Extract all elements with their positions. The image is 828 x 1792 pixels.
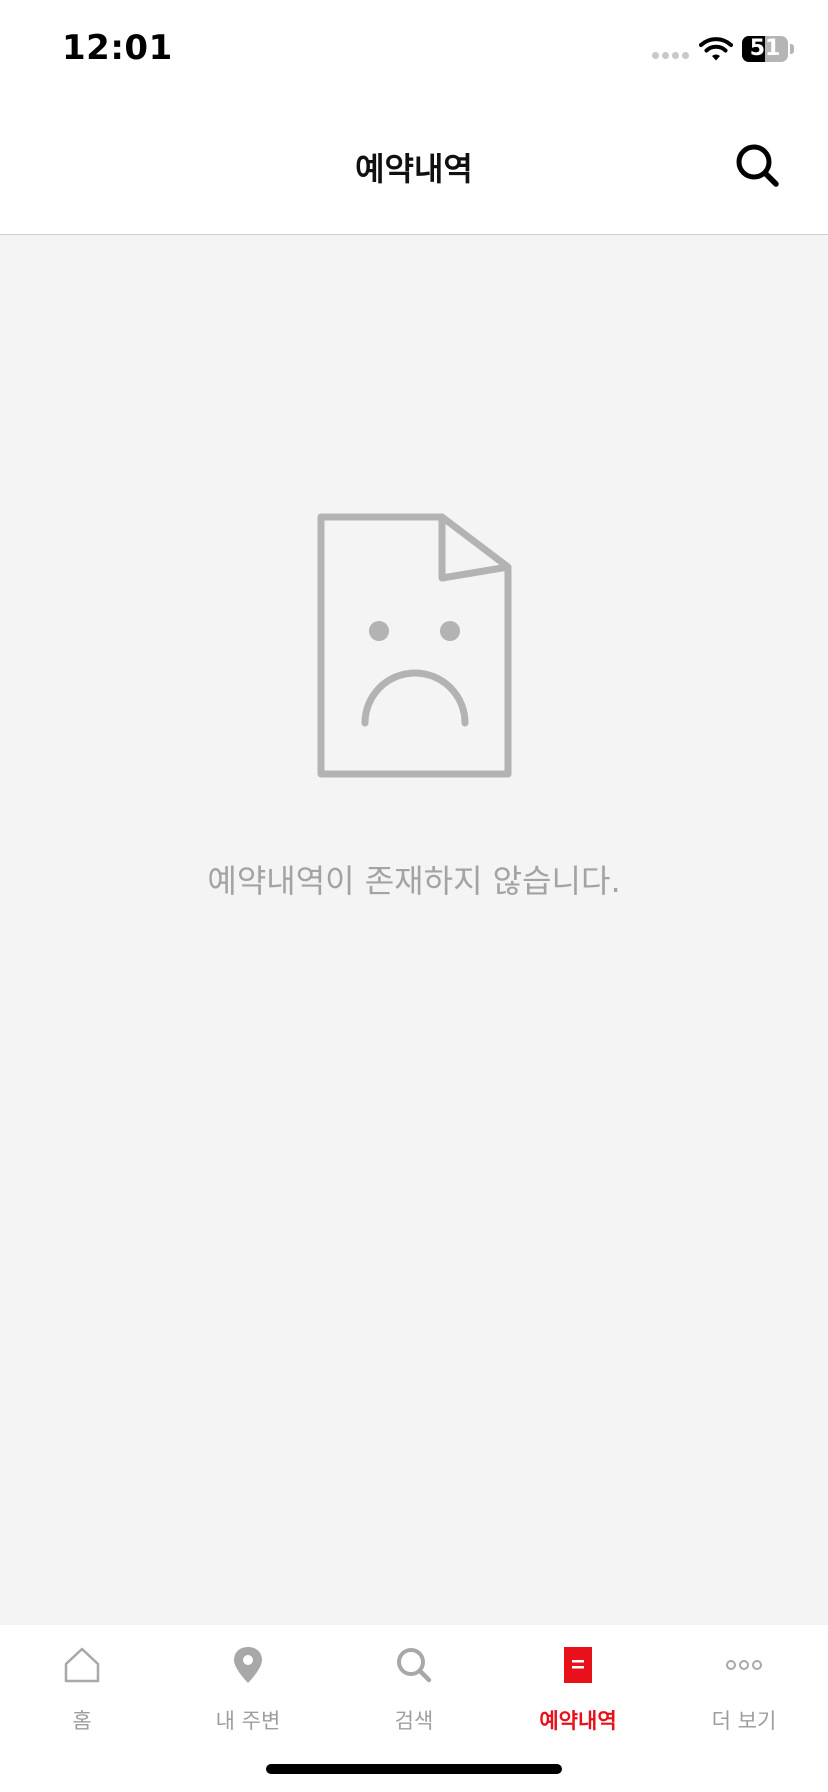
tab-more[interactable]: 더 보기 bbox=[669, 1645, 819, 1735]
more-icon bbox=[726, 1660, 762, 1670]
battery-percent: 51 bbox=[749, 36, 781, 61]
tab-more-label: 더 보기 bbox=[711, 1709, 777, 1733]
page-title: 예약내역 bbox=[355, 150, 473, 188]
wifi-icon bbox=[699, 37, 733, 61]
home-indicator[interactable] bbox=[266, 1764, 562, 1774]
search-button[interactable] bbox=[730, 138, 786, 194]
tab-search[interactable]: 검색 bbox=[339, 1645, 489, 1735]
tab-nearby[interactable]: 내 주변 bbox=[173, 1645, 323, 1735]
location-pin-icon bbox=[234, 1647, 262, 1683]
status-time: 12:01 bbox=[62, 28, 173, 68]
search-icon bbox=[736, 144, 779, 187]
tab-home[interactable]: 홈 bbox=[7, 1645, 157, 1735]
tab-home-label: 홈 bbox=[72, 1709, 92, 1733]
sad-document-icon bbox=[317, 513, 512, 778]
status-bar: 12:01 51 bbox=[0, 0, 828, 100]
reservation-list-icon bbox=[564, 1647, 592, 1683]
empty-state-message: 예약내역이 존재하지 않습니다. bbox=[207, 862, 621, 900]
tab-search-label: 검색 bbox=[394, 1709, 434, 1733]
battery-icon: 51 bbox=[742, 36, 788, 62]
tab-reservations-label: 예약내역 bbox=[539, 1709, 617, 1733]
home-icon bbox=[64, 1647, 100, 1683]
battery-tip bbox=[790, 44, 794, 54]
search-icon bbox=[397, 1648, 432, 1683]
cellular-signal-icon bbox=[652, 52, 692, 62]
tab-reservations[interactable]: 예약내역 bbox=[503, 1645, 653, 1735]
page-header: 예약내역 bbox=[0, 100, 828, 235]
tab-nearby-label: 내 주변 bbox=[215, 1709, 281, 1733]
